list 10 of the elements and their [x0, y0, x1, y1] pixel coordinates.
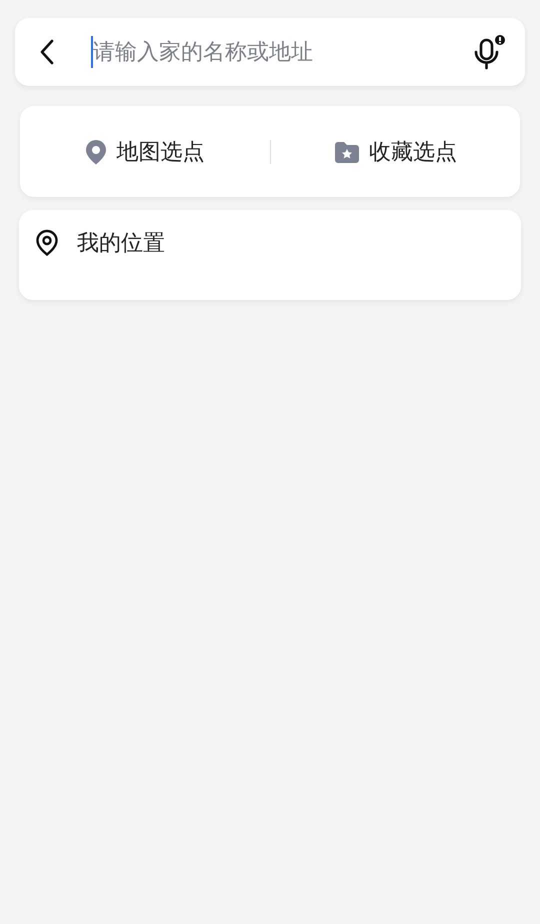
my-location-item[interactable]: 我的位置 — [35, 228, 165, 258]
map-pick-button[interactable]: 地图选点 — [20, 128, 270, 174]
microphone-icon — [473, 34, 507, 70]
voice-button[interactable] — [473, 34, 507, 70]
location-pin-icon — [85, 138, 108, 164]
favorites-pick-button[interactable]: 收藏选点 — [270, 128, 520, 174]
folder-star-icon — [334, 140, 360, 164]
location-pin-icon — [35, 229, 59, 257]
search-field[interactable]: 请输入家的名称或地址 — [93, 32, 473, 72]
search-bar[interactable]: 请输入家的名称或地址 — [15, 18, 525, 86]
